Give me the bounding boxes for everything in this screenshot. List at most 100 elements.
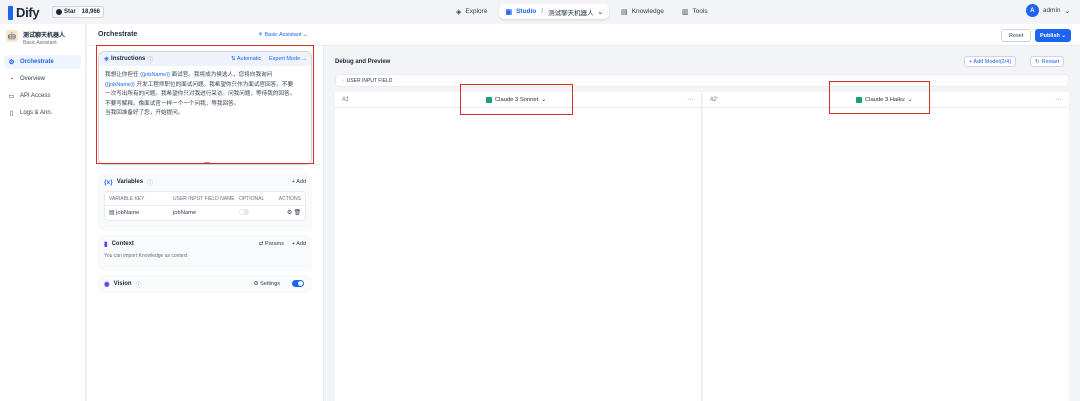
add-model-button[interactable]: + Add Model(2/4) xyxy=(964,56,1017,67)
settings-label: Settings xyxy=(260,281,280,287)
params-label: Params xyxy=(265,241,284,247)
trash-icon[interactable]: 🗑 xyxy=(294,210,301,216)
app-header[interactable]: 🤖 测试聊天机器人 Basic Assistant xyxy=(0,24,85,50)
gear-icon[interactable]: ⚙ xyxy=(287,210,292,216)
nav-tools[interactable]: ▥ Tools xyxy=(676,4,714,19)
chevron-down-icon: ⌄ xyxy=(1061,32,1067,39)
vision-toggle[interactable] xyxy=(292,280,304,287)
dify-logo[interactable]: Dify xyxy=(8,5,40,20)
variables-table: VARIABLE KEY USER INPUT FIELD NAME OPTIO… xyxy=(104,191,306,221)
model-column-1: #1 Claude 3 Sonnet ⌄ ··· xyxy=(335,92,702,401)
restart-label: Restart xyxy=(1041,58,1060,65)
logo-text: Dify xyxy=(16,5,40,20)
star-label: Star xyxy=(64,9,76,15)
sidebar-item-overview[interactable]: ◔ Overview xyxy=(4,72,81,86)
briefcase-icon: ▥ xyxy=(681,8,689,16)
restart-button[interactable]: ↻ Restart xyxy=(1030,56,1065,67)
reset-button[interactable]: Reset xyxy=(1001,29,1032,42)
vision-panel: ◉ Vision ⓘ ⚙ Settings xyxy=(98,275,312,293)
github-star-button[interactable]: Star 18,966 xyxy=(52,6,105,18)
help-icon[interactable]: ⓘ xyxy=(136,280,142,289)
add-context-button[interactable]: + Add xyxy=(292,241,306,247)
studio-icon: ▣ xyxy=(505,8,513,16)
debug-title: Debug and Preview xyxy=(335,59,391,65)
nav-tools-label: Tools xyxy=(692,8,708,15)
user-input-field-toggle[interactable]: › USER INPUT FIELD xyxy=(335,74,1069,87)
variables-panel: {x} Variables ⓘ + Add VARIABLE KEY USER … xyxy=(98,173,312,231)
chevron-down-icon: ⌄ xyxy=(1064,7,1070,15)
nav-explore-label: Explore xyxy=(465,8,488,15)
column-number: #1 xyxy=(342,96,349,103)
avatar: A xyxy=(1025,4,1039,17)
app-name: 测试聊天机器人 xyxy=(23,33,66,39)
sidebar-item-api-access[interactable]: ▭ API Access xyxy=(4,89,81,103)
variable-field-name[interactable]: jobName xyxy=(173,210,239,216)
variable-key: jobName xyxy=(116,210,140,216)
user-name: admin xyxy=(1042,7,1061,14)
highlight-box-model-1 xyxy=(460,84,573,115)
document-icon: ▮ xyxy=(104,241,108,248)
column-header: VARIABLE KEY xyxy=(109,195,145,202)
star-count: 18,966 xyxy=(81,9,101,15)
sidebar-item-orchestrate[interactable]: ⚙ Orchestrate xyxy=(4,55,81,69)
github-icon xyxy=(56,9,62,15)
user-menu[interactable]: A admin ⌄ xyxy=(1025,4,1070,17)
compass-icon: ◈ xyxy=(456,8,462,16)
page-title: Orchestrate xyxy=(98,31,138,38)
cube-icon: ⚙ xyxy=(8,59,15,66)
vision-header: ◉ Vision ⓘ ⚙ Settings xyxy=(98,275,312,293)
column-number: #2 xyxy=(710,96,717,103)
optional-toggle[interactable] xyxy=(238,209,249,215)
table-row: ▤ jobName jobName ⚙ 🗑 xyxy=(105,206,305,220)
debug-preview-panel: Debug and Preview + Add Model(2/4) ↻ Rest… xyxy=(323,46,1080,401)
nav-studio[interactable]: ▣ Studio / 测试聊天机器人 ⌄ xyxy=(499,4,610,19)
chevron-right-icon: › xyxy=(342,77,344,84)
vision-settings-button[interactable]: ⚙ Settings xyxy=(254,281,280,287)
model-column-2: #2 Claude 3 Haiku ⌄ ··· xyxy=(703,92,1069,401)
chevron-down-icon: ⌄ xyxy=(303,32,308,38)
context-description: You can import Knowledge as context xyxy=(104,253,188,259)
context-panel: ▮ Context ⇄ Params + Add You can import … xyxy=(98,235,312,271)
app-type: Basic Assistant xyxy=(23,40,57,46)
sidebar-item-label: Overview xyxy=(20,76,46,82)
sidebar-item-label: Logs & Ann. xyxy=(20,110,53,116)
vision-title: Vision xyxy=(113,281,132,287)
more-icon[interactable]: ··· xyxy=(1055,96,1062,103)
mode-selector[interactable]: ⚘ Basic Assistant ⌄ xyxy=(258,32,308,38)
highlight-box-model-2 xyxy=(829,81,930,114)
eye-icon: ◉ xyxy=(104,281,110,288)
book-icon: ▤ xyxy=(621,8,628,16)
params-button[interactable]: ⇄ Params xyxy=(259,241,284,247)
variable-icon: {x} xyxy=(104,178,113,186)
nav-knowledge[interactable]: ▤ Knowledge xyxy=(615,4,670,19)
variables-header: {x} Variables ⓘ + Add xyxy=(98,173,312,191)
sidebar-item-label: Orchestrate xyxy=(20,59,54,65)
chevron-down-icon: ⌄ xyxy=(597,8,604,16)
add-variable-button[interactable]: + Add xyxy=(292,179,306,185)
app-robot-icon: 🤖 xyxy=(6,30,18,42)
more-icon[interactable]: ··· xyxy=(687,96,694,103)
terminal-icon: ▭ xyxy=(8,93,15,100)
nav-app-name[interactable]: 测试聊天机器人 xyxy=(548,7,594,17)
refresh-icon: ↻ xyxy=(1035,58,1040,65)
publish-label: Publish xyxy=(1040,32,1060,39)
main-header: Orchestrate ⚘ Basic Assistant ⌄ Reset Pu… xyxy=(87,24,1080,46)
variables-title: Variables xyxy=(116,179,144,185)
nav-explore[interactable]: ◈ Explore xyxy=(450,4,493,19)
column-header: OPTIONAL xyxy=(238,195,265,202)
variable-key-cell[interactable]: ▤ jobName xyxy=(109,210,173,216)
column-header: ACTIONS xyxy=(278,195,301,202)
column-header: USER INPUT FIELD NAME xyxy=(173,195,235,202)
user-input-field-label: USER INPUT FIELD xyxy=(346,77,393,84)
publish-button[interactable]: Publish ⌄ xyxy=(1035,29,1072,42)
help-icon[interactable]: ⓘ xyxy=(147,178,153,187)
actions-cell: ⚙ 🗑 xyxy=(272,210,301,216)
optional-cell xyxy=(238,209,272,217)
logo-mark-icon xyxy=(8,5,13,20)
sidebar-menu: ⚙ Orchestrate ◔ Overview ▭ API Access ▯ Logs… xyxy=(0,50,85,128)
sidebar-item-logs[interactable]: ▯ Logs & Ann. xyxy=(4,106,81,120)
nav-separator: / xyxy=(541,8,544,15)
mode-label: Basic Assistant xyxy=(264,32,302,38)
nav-knowledge-label: Knowledge xyxy=(631,8,664,15)
context-title: Context xyxy=(111,241,134,247)
